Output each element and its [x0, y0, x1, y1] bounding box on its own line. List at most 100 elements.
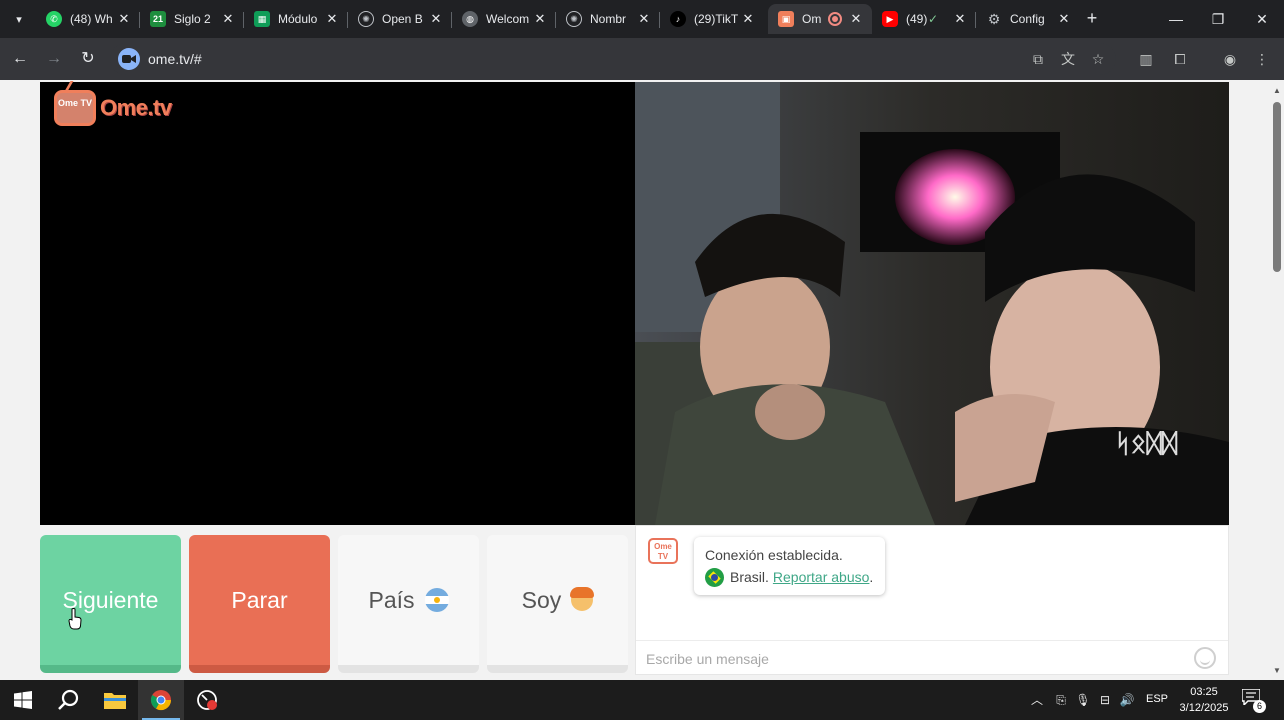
tab-title: Om: [802, 12, 822, 26]
scroll-thumb[interactable]: [1273, 102, 1281, 272]
tab-youtube[interactable]: ▶ (49) ✓ ✕: [872, 4, 976, 34]
remote-video: ᛋᛟᛞᛞ: [635, 82, 1229, 525]
tab-modulo[interactable]: ▦ Módulo ✕: [244, 4, 348, 34]
openai-icon: ✺: [566, 11, 582, 27]
country-label: País: [368, 586, 415, 613]
forward-button[interactable]: →: [42, 47, 66, 71]
report-abuse-link[interactable]: Reportar abuso: [773, 566, 870, 588]
local-video: Ome TV Ome.tv: [40, 82, 635, 525]
cast-icon[interactable]: ⧉: [1028, 49, 1048, 69]
close-icon[interactable]: ✕: [428, 11, 444, 27]
partner-country: Brasil.: [730, 569, 769, 585]
page-scrollbar[interactable]: ▲ ▼: [1270, 80, 1284, 680]
tab-title: (29)TikT: [694, 12, 739, 26]
tab-search-button[interactable]: ▾: [8, 8, 30, 30]
check-icon: ✓: [927, 12, 938, 26]
usb-icon[interactable]: ⎘: [1052, 692, 1070, 708]
recorder-taskbar-button[interactable]: [184, 680, 230, 720]
microphone-icon[interactable]: 🎙: [1074, 692, 1092, 708]
extension-icon[interactable]: ▥: [1136, 49, 1156, 69]
gear-icon: ⚙: [987, 10, 1001, 27]
close-icon[interactable]: ✕: [1056, 11, 1072, 27]
ometv-logo[interactable]: Ome TV Ome.tv: [54, 90, 172, 126]
search-icon: [58, 689, 79, 710]
minimize-button[interactable]: —: [1156, 6, 1196, 32]
reload-button[interactable]: ↻: [76, 47, 100, 71]
volume-icon[interactable]: 🔊: [1118, 692, 1136, 708]
openai-icon: ✺: [358, 11, 374, 27]
new-tab-button[interactable]: +: [1082, 8, 1102, 28]
menu-icon[interactable]: ⋮: [1252, 49, 1272, 69]
tab-tiktok[interactable]: ♪ (29)TikT ✕: [660, 4, 764, 34]
country-filter-button[interactable]: País: [338, 535, 479, 673]
close-icon[interactable]: ✕: [740, 11, 756, 27]
windows-taskbar: ︿ ⎘ 🎙 ⊟ 🔊 ESP 03:25 3/12/2025 6: [0, 680, 1284, 720]
restore-button[interactable]: ❐: [1198, 6, 1238, 32]
chrome-taskbar-button[interactable]: [138, 680, 184, 720]
close-icon[interactable]: ✕: [532, 11, 548, 27]
tab-config[interactable]: ⚙ Config ✕: [976, 4, 1080, 34]
recording-icon: [828, 12, 842, 26]
tab-title: Módulo: [278, 12, 318, 26]
url-text: ome.tv/#: [148, 51, 202, 67]
message-placeholder: Escribe un mensaje: [646, 651, 769, 667]
show-hidden-icons[interactable]: ︿: [1028, 692, 1046, 708]
tv-icon: Ome TV: [54, 90, 96, 126]
brazil-flag-icon: [705, 567, 724, 587]
svg-text:ᛋᛟᛞᛞ: ᛋᛟᛞᛞ: [1115, 429, 1178, 459]
bookmark-star-icon[interactable]: ☆: [1088, 49, 1108, 69]
scroll-up-icon[interactable]: ▲: [1270, 84, 1284, 98]
close-icon[interactable]: ✕: [848, 11, 864, 27]
connection-status: Conexión establecida.: [705, 547, 843, 563]
close-icon[interactable]: ✕: [324, 11, 340, 27]
tab-nombre[interactable]: ✺ Nombr ✕: [556, 4, 660, 34]
tab-whatsapp[interactable]: ✆ (48) Wh ✕: [36, 4, 140, 34]
notification-count: 6: [1253, 700, 1266, 713]
chrome-icon: [150, 690, 172, 711]
gender-label: Soy: [521, 586, 562, 613]
message-input[interactable]: Escribe un mensaje: [636, 640, 1228, 675]
next-button[interactable]: Siguiente: [40, 535, 181, 673]
file-explorer-button[interactable]: [92, 680, 138, 720]
siglo21-icon: 21: [150, 11, 166, 27]
address-bar[interactable]: ome.tv/#: [110, 43, 1116, 75]
tab-title: Config: [1010, 12, 1045, 26]
network-icon[interactable]: ⊟: [1096, 692, 1114, 708]
tab-title: (49): [906, 12, 928, 26]
tab-title: Nombr: [590, 12, 627, 26]
close-icon[interactable]: ✕: [220, 11, 236, 27]
globe-icon: ◍: [462, 11, 478, 27]
logo-text: Ome.tv: [100, 95, 172, 120]
youtube-icon: ▶: [882, 11, 898, 27]
notification-center-button[interactable]: 6: [1241, 688, 1266, 713]
remote-video-image: ᛋᛟᛞᛞ: [635, 82, 1229, 525]
scroll-down-icon[interactable]: ▼: [1270, 664, 1284, 678]
profile-icon[interactable]: ◉: [1220, 49, 1240, 69]
emoji-icon[interactable]: [1194, 647, 1216, 669]
back-button[interactable]: ←: [8, 47, 32, 71]
browser-toolbar: ← → ↻ ome.tv/# ⧉ 文 ☆ ▥ ⧠ ◉ ⋮: [0, 38, 1284, 80]
tab-siglo21[interactable]: 21 Siglo 2 ✕: [140, 4, 244, 34]
tab-title: Open B: [382, 12, 423, 26]
tab-welcome[interactable]: ◍ Welcom ✕: [452, 4, 556, 34]
close-icon[interactable]: ✕: [636, 11, 652, 27]
system-message: Conexión establecida. Brasil. Reportar a…: [694, 537, 886, 595]
folder-icon: [104, 693, 126, 709]
clock-time: 03:25: [1190, 686, 1218, 698]
translate-icon[interactable]: 文: [1058, 49, 1078, 69]
tab-title: Welcom: [486, 12, 530, 26]
language-indicator[interactable]: ESP: [1146, 693, 1168, 705]
start-button[interactable]: [0, 680, 46, 720]
clock[interactable]: 03:25 3/12/2025: [1176, 684, 1232, 716]
close-window-button[interactable]: ✕: [1242, 6, 1282, 32]
camera-site-icon[interactable]: [118, 48, 140, 70]
stop-button[interactable]: Parar: [189, 535, 330, 673]
calendar-icon: ▦: [254, 11, 270, 27]
puzzle-icon[interactable]: ⧠: [1170, 49, 1190, 69]
gender-button[interactable]: Soy: [487, 535, 628, 673]
close-icon[interactable]: ✕: [952, 11, 968, 27]
close-icon[interactable]: ✕: [116, 11, 132, 27]
tab-open[interactable]: ✺ Open B ✕: [348, 4, 452, 34]
search-button[interactable]: [46, 680, 92, 720]
tab-ometv[interactable]: ▣ Om ✕: [768, 4, 872, 34]
